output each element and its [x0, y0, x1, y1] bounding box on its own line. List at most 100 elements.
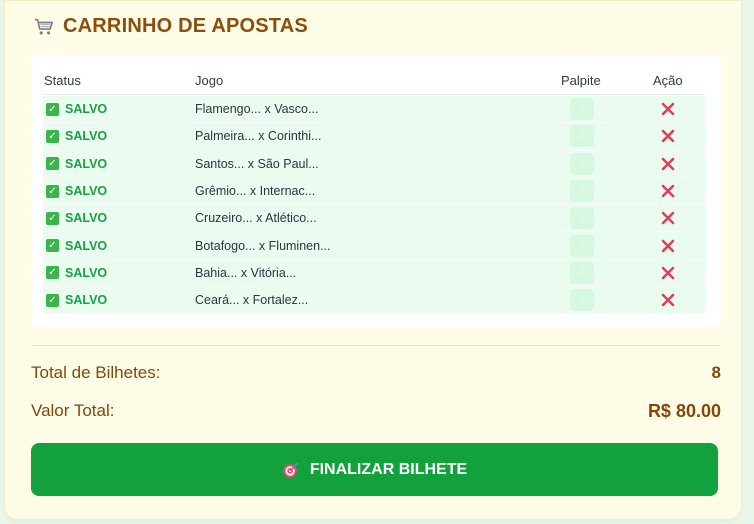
- checkbox-checked-icon: ✓: [46, 293, 59, 307]
- table-row: ✓ SALVO Palmeira... x Corinthi... 2: [43, 123, 705, 151]
- table-body: ✓ SALVO Flamengo... x Vasco... 2 ✓ SALVO Palme…: [43, 96, 705, 315]
- guess-value: 2: [570, 98, 594, 121]
- table-row: ✓ SALVO Santos... x São Paul... 2: [43, 150, 705, 178]
- table-row: ✓ SALVO Flamengo... x Vasco... 2: [43, 96, 705, 124]
- remove-bet-icon[interactable]: [661, 293, 675, 307]
- game-cell: Flamengo... x Vasco...: [195, 102, 318, 116]
- game-name: Grêmio... x Internac...: [195, 184, 316, 199]
- status-badge: SALVO: [65, 156, 108, 171]
- game-name: Flamengo... x Vasco...: [195, 102, 319, 117]
- game-name: Cruzeiro... x Atlético...: [195, 211, 317, 226]
- game-name: Palmeira... x Corinthi...: [195, 129, 322, 144]
- guess-value: 2: [570, 234, 594, 257]
- remove-bet-icon[interactable]: [661, 239, 675, 253]
- guess-cell: 2: [570, 98, 594, 121]
- status-cell: ✓ SALVO: [46, 129, 107, 143]
- status-badge: SALVO: [65, 238, 108, 253]
- target-icon: [283, 462, 299, 478]
- column-header-guess: Palpite: [561, 73, 601, 88]
- checkbox-checked-icon: ✓: [46, 129, 59, 143]
- table-row: ✓ SALVO Botafogo... x Fluminen... 2: [43, 232, 705, 260]
- status-badge: SALVO: [65, 211, 108, 226]
- page-title: CARRINHO DE APOSTAS: [63, 15, 308, 37]
- game-name: Botafogo... x Fluminen...: [195, 238, 331, 253]
- game-cell: Botafogo... x Fluminen...: [195, 239, 331, 253]
- checkbox-checked-icon: ✓: [46, 102, 59, 116]
- game-cell: Palmeira... x Corinthi...: [195, 129, 321, 143]
- guess-cell: 2: [570, 125, 594, 148]
- guess-cell: 2: [570, 261, 594, 284]
- table-row: ✓ SALVO Cruzeiro... x Atlético... 2: [43, 205, 705, 233]
- guess-value: 2: [570, 180, 594, 203]
- checkbox-checked-icon: ✓: [46, 239, 59, 253]
- game-name: Ceará... x Fortalez...: [195, 293, 309, 308]
- action-cell: [661, 129, 675, 143]
- status-badge: SALVO: [65, 184, 108, 199]
- checkbox-checked-icon: ✓: [46, 184, 59, 198]
- game-cell: Ceará... x Fortalez...: [195, 293, 308, 307]
- action-cell: [661, 102, 675, 116]
- table-row: ✓ SALVO Ceará... x Fortalez... 2: [43, 287, 705, 315]
- action-cell: [661, 157, 675, 171]
- bets-table: Status Jogo Palpite Ação ✓ SALVO Flamengo.…: [31, 55, 721, 327]
- table-row: ✓ SALVO Grêmio... x Internac... 2: [43, 177, 705, 206]
- action-cell: [661, 293, 675, 307]
- status-badge: SALVO: [65, 265, 108, 280]
- guess-value: 2: [570, 125, 594, 148]
- cart-header: CARRINHO DE APOSTAS: [33, 15, 308, 38]
- game-cell: Bahia... x Vitória...: [195, 266, 296, 280]
- status-cell: ✓ SALVO: [46, 157, 107, 171]
- status-cell: ✓ SALVO: [46, 239, 107, 253]
- status-cell: ✓ SALVO: [46, 293, 107, 307]
- guess-value: 2: [570, 152, 594, 175]
- action-cell: [661, 184, 675, 198]
- status-cell: ✓ SALVO: [46, 184, 107, 198]
- column-header-status: Status: [44, 73, 81, 88]
- action-cell: [661, 266, 675, 280]
- divider: [31, 345, 721, 346]
- remove-bet-icon[interactable]: [661, 211, 675, 225]
- guess-value: 2: [570, 289, 594, 312]
- game-cell: Grêmio... x Internac...: [195, 184, 315, 198]
- guess-cell: 2: [570, 207, 594, 230]
- game-cell: Santos... x São Paul...: [195, 157, 319, 171]
- guess-value: 2: [570, 207, 594, 230]
- guess-cell: 2: [570, 152, 594, 175]
- total-tickets-value: 8: [711, 363, 721, 382]
- checkbox-checked-icon: ✓: [46, 211, 59, 225]
- status-cell: ✓ SALVO: [46, 266, 107, 280]
- guess-value: 2: [570, 261, 594, 284]
- column-header-action: Ação: [653, 73, 683, 88]
- checkbox-checked-icon: ✓: [46, 266, 59, 280]
- table-row: ✓ SALVO Bahia... x Vitória... 2: [43, 259, 705, 288]
- guess-cell: 2: [570, 234, 594, 257]
- finalize-ticket-button[interactable]: FINALIZAR BILHETE: [31, 443, 718, 496]
- remove-bet-icon[interactable]: [661, 102, 675, 116]
- game-name: Bahia... x Vitória...: [195, 265, 297, 280]
- finalize-ticket-label: FINALIZAR BILHETE: [309, 460, 468, 478]
- table-header: Status Jogo Palpite Ação: [43, 55, 705, 95]
- guess-cell: 2: [570, 180, 594, 203]
- remove-bet-icon[interactable]: [661, 184, 675, 198]
- total-amount-label: Valor Total:: [31, 401, 115, 420]
- guess-cell: 2: [570, 289, 594, 312]
- game-name: Santos... x São Paul...: [195, 156, 319, 171]
- status-badge: SALVO: [65, 102, 108, 117]
- status-badge: SALVO: [65, 293, 108, 308]
- remove-bet-icon[interactable]: [661, 266, 675, 280]
- total-amount-row: Valor Total: R$ 80.00: [31, 401, 721, 422]
- remove-bet-icon[interactable]: [661, 129, 675, 143]
- bet-cart-panel: CARRINHO DE APOSTAS Status Jogo Palpite …: [4, 0, 742, 520]
- status-cell: ✓ SALVO: [46, 211, 107, 225]
- total-tickets-label: Total de Bilhetes:: [31, 363, 161, 382]
- total-amount-value: R$ 80.00: [647, 401, 721, 421]
- status-cell: ✓ SALVO: [46, 102, 107, 116]
- game-cell: Cruzeiro... x Atlético...: [195, 211, 317, 225]
- shopping-cart-icon: [34, 18, 54, 35]
- remove-bet-icon[interactable]: [661, 157, 675, 171]
- status-badge: SALVO: [65, 129, 108, 144]
- action-cell: [661, 239, 675, 253]
- column-header-game: Jogo: [195, 73, 224, 88]
- action-cell: [661, 211, 675, 225]
- total-tickets-row: Total de Bilhetes: 8: [31, 363, 721, 383]
